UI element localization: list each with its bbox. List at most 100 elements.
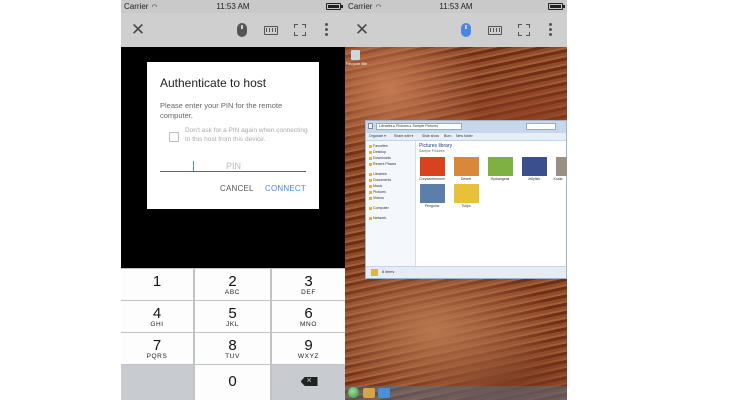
authenticate-dialog: Authenticate to host Please enter your P… [147,62,319,209]
battery-icon [548,3,565,10]
thumbnail-jellyfish[interactable] [522,157,547,176]
thumbnail-koala[interactable] [556,157,567,176]
command-organize[interactable]: Organize ▾ [369,134,386,138]
key-7[interactable]: 7 PQRS [121,333,193,364]
key-1[interactable]: 1 [121,269,193,300]
pin-input[interactable] [193,161,273,171]
nav-item[interactable]: Music [369,184,382,188]
explorer-status-bar: 8 items [366,266,566,278]
key-number: 6 [304,305,313,322]
nav-item[interactable]: Pictures [369,190,386,194]
key-number: 5 [228,305,237,322]
key-letters: DEF [301,289,316,296]
key-letters: GHI [150,321,164,328]
nav-item[interactable]: Computer [369,206,389,210]
nav-item[interactable]: Videos [369,196,384,200]
key-number: 0 [228,373,237,390]
key-number: 3 [304,273,313,290]
nav-item[interactable]: Downloads [369,156,391,160]
fullscreen-icon[interactable] [294,24,306,36]
delete-key[interactable] [272,365,345,400]
explorer-task-icon[interactable] [363,388,375,398]
command-bar: Organize ▾ Share with ▾ Slide show Burn … [366,133,566,141]
key-5[interactable]: 5 JKL [195,301,270,332]
remote-desktop[interactable]: Recycle Bin Libraries ▸ Pictures ▸ Sampl… [345,47,567,400]
close-icon[interactable]: ✕ [354,21,370,38]
thumbnail-label: Koala [553,177,563,181]
key-blank [121,365,193,400]
key-4[interactable]: 4 GHI [121,301,193,332]
backspace-icon [300,377,318,386]
toolbar: ✕ [121,13,345,47]
address-bar[interactable]: Libraries ▸ Pictures ▸ Sample Pictures [376,123,462,130]
command-share[interactable]: Share with ▾ [394,134,413,138]
numeric-keypad: 1 2 ABC 3 DEF 4 GHI 5 JKL 6 MNO 7 PQRS 8 [121,268,345,400]
explorer-search-input[interactable] [526,123,556,130]
command-slideshow[interactable]: Slide show [422,134,439,138]
nav-item[interactable]: Favorites [369,144,388,148]
key-8[interactable]: 8 TUV [195,333,270,364]
recycle-bin-icon[interactable] [351,50,360,60]
command-burn[interactable]: Burn [444,134,451,138]
key-number: 2 [228,273,237,290]
toolbar: ✕ [345,13,567,47]
thumbnail-label: Chrysanthemum [419,177,445,181]
nav-item[interactable]: Recent Places [369,162,396,166]
recycle-bin-label: Recycle Bin [346,61,368,66]
nav-item[interactable]: Documents [369,178,391,182]
thumbnail-desert[interactable] [454,157,479,176]
key-9[interactable]: 9 WXYZ [272,333,345,364]
mouse-icon[interactable] [237,23,247,37]
thumbnail-label: Penguins [424,204,440,208]
thumbnail-penguins[interactable] [420,184,445,203]
keyboard-icon[interactable] [264,26,278,35]
taskbar [345,386,567,400]
browser-task-icon[interactable] [378,388,390,398]
key-number: 1 [152,273,162,290]
thumbnail-label: Desert [460,177,472,181]
keyboard-icon[interactable] [488,26,502,35]
command-new-folder[interactable]: New folder [456,134,473,138]
status-time: 11:53 AM [439,2,473,11]
start-button-icon[interactable] [348,387,359,398]
close-icon[interactable]: ✕ [130,21,146,38]
folder-icon [371,269,378,276]
thumbnail-label: Tulips [461,204,471,208]
connect-button[interactable]: CONNECT [265,184,306,193]
phone-right: Carrier ◠ 11:53 AM ✕ Recycle Bin Librarie… [345,0,567,400]
more-vert-icon[interactable] [325,23,329,39]
thumbnail-label: Jellyfish [527,177,541,181]
fullscreen-icon[interactable] [518,24,530,36]
key-6[interactable]: 6 MNO [272,301,345,332]
key-0[interactable]: 0 [195,365,270,400]
back-icon[interactable] [368,123,373,129]
thumbnail-chrysanthemum[interactable] [420,157,445,176]
dialog-title: Authenticate to host [160,76,267,90]
nav-item[interactable]: Desktop [369,150,386,154]
key-number: 7 [152,337,162,354]
explorer-window[interactable]: Libraries ▸ Pictures ▸ Sample Pictures O… [365,120,567,279]
key-letters: MNO [300,321,317,328]
key-letters: WXYZ [297,353,320,360]
key-letters: JKL [225,321,239,328]
key-number: 4 [152,305,162,322]
remember-pin-label: Don't ask for a PIN again when connectin… [185,127,308,143]
key-number: 9 [304,337,313,354]
key-letters: TUV [225,353,240,360]
explorer-content: Pictures library Sample Pictures Chrysan… [416,141,567,266]
mouse-icon[interactable] [461,23,471,37]
nav-item[interactable]: Network [369,216,386,220]
remember-pin-checkbox[interactable] [169,132,179,142]
library-subheading: Sample Pictures [419,149,445,153]
nav-item[interactable]: Libraries [369,172,387,176]
key-3[interactable]: 3 DEF [272,269,345,300]
explorer-titlebar: Libraries ▸ Pictures ▸ Sample Pictures [366,121,566,133]
thumbnail-tulips[interactable] [454,184,479,203]
status-bar: Carrier ◠ 11:53 AM [121,0,345,13]
pin-field [160,156,306,172]
key-2[interactable]: 2 ABC [195,269,270,300]
key-letters: PQRS [146,353,168,360]
cancel-button[interactable]: CANCEL [220,184,254,193]
thumbnail-hydrangeas[interactable] [488,157,513,176]
more-vert-icon[interactable] [549,23,553,39]
